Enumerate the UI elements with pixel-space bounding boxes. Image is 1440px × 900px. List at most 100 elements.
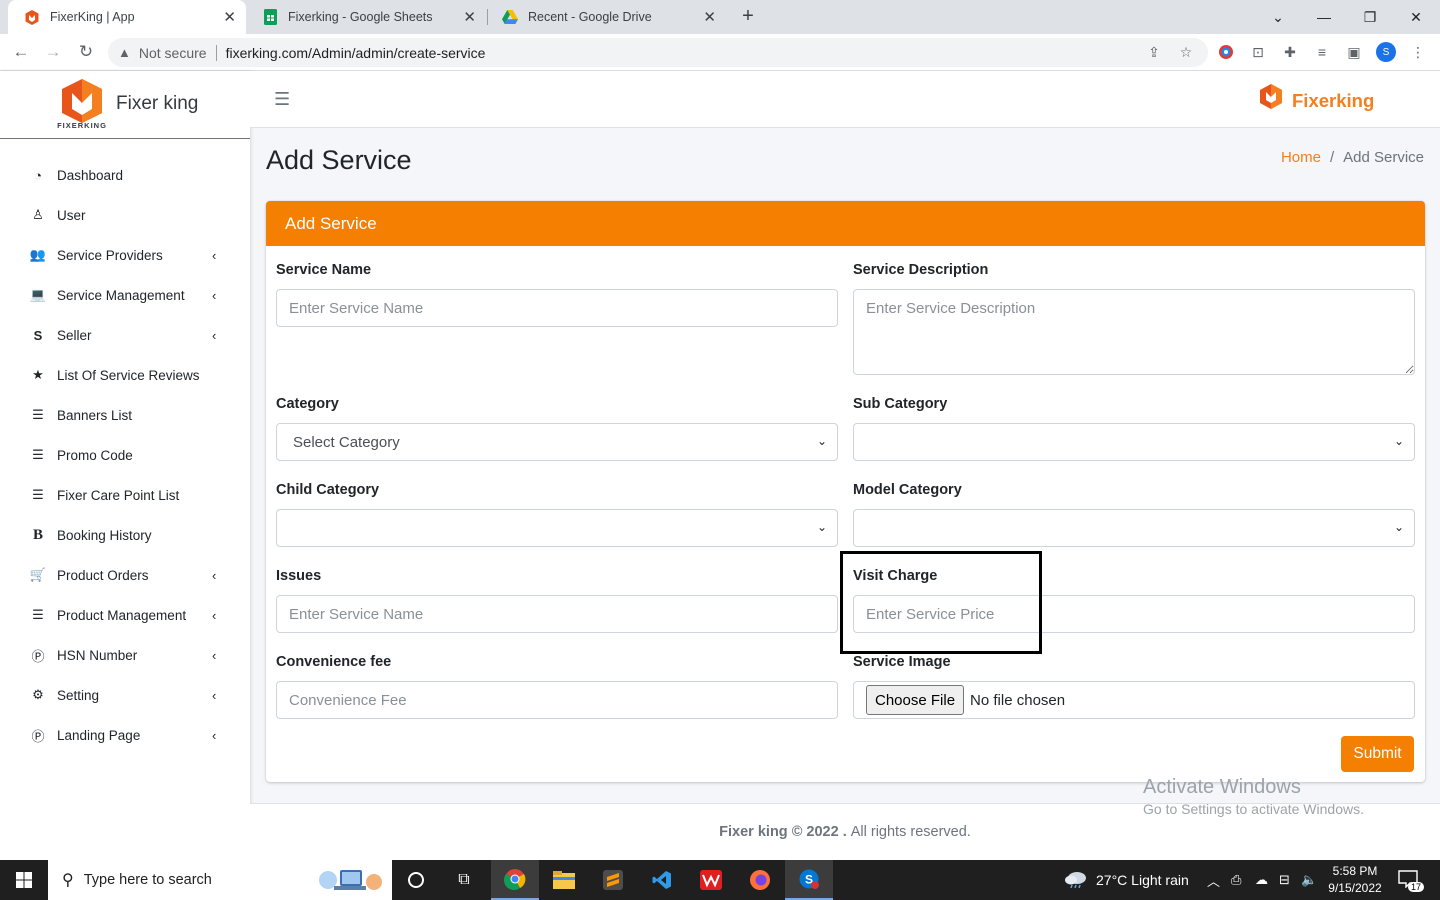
color-picker-extension-icon[interactable] (1216, 42, 1236, 62)
media-queue-icon[interactable]: ≡ (1312, 42, 1332, 62)
extensions-puzzle-icon[interactable]: ✚ (1280, 42, 1300, 62)
child-category-select[interactable]: ⌄ (276, 509, 838, 547)
skype-icon[interactable]: S (785, 860, 833, 900)
taskbar-search-box[interactable]: ⚲ Type here to search (48, 860, 392, 900)
convenience-fee-input[interactable] (276, 681, 838, 719)
restore-window-icon[interactable]: ❐ (1347, 0, 1393, 34)
weather-widget[interactable]: 27°C Light rain (1064, 860, 1189, 900)
sidebar-item-service-management[interactable]: 💻 Service Management ‹ (0, 275, 250, 315)
service-image-file-input[interactable]: Choose File No file chosen (853, 681, 1415, 719)
sidebar-item-setting[interactable]: ⚙ Setting ‹ (0, 675, 250, 715)
submit-button[interactable]: Submit (1341, 736, 1414, 772)
profile-avatar[interactable]: S (1376, 42, 1396, 62)
user-icon: ♙ (32, 207, 44, 222)
browser-tab-google-drive[interactable]: Recent - Google Drive ✕ (486, 0, 726, 34)
bookmark-star-icon[interactable]: ☆ (1176, 42, 1196, 62)
sub-category-select[interactable]: ⌄ (853, 423, 1415, 461)
search-highlight-illustration-icon (314, 864, 386, 900)
omnibox-separator (215, 44, 217, 61)
share-icon[interactable]: ⇪ (1144, 42, 1164, 62)
sidebar-item-banners-list[interactable]: ☰ Banners List (0, 395, 250, 435)
kebab-menu-icon[interactable]: ⋮ (1408, 42, 1428, 62)
chevron-down-icon: ⌄ (1393, 520, 1404, 534)
sidebar-item-user[interactable]: ♙ User (0, 195, 250, 235)
close-window-icon[interactable]: ✕ (1393, 0, 1439, 34)
task-view-icon[interactable]: ⧉ (440, 860, 488, 900)
model-category-select[interactable]: ⌄ (853, 509, 1415, 547)
sidebar-item-hsn-number[interactable]: Ⓟ HSN Number ‹ (0, 635, 250, 675)
fixerking-favicon-icon (24, 9, 40, 25)
notification-center-icon[interactable]: 17 (1398, 860, 1424, 900)
omnibox[interactable]: ▲ Not secure fixerking.com/Admin/admin/c… (108, 38, 1208, 67)
fixerking-logo-icon (1258, 83, 1284, 118)
sidebar-item-label: Dashboard (57, 167, 124, 183)
sub-category-label: Sub Category (853, 396, 948, 412)
url-text[interactable]: fixerking.com/Admin/admin/create-service (226, 45, 486, 61)
vscode-icon[interactable] (638, 860, 686, 900)
activate-windows-watermark: Activate Windows Go to Settings to activ… (1143, 776, 1364, 817)
back-arrow-icon[interactable]: ← (9, 40, 33, 64)
sidebar-item-product-orders[interactable]: 🛒 Product Orders ‹ (0, 555, 250, 595)
breadcrumb-separator: / (1329, 149, 1335, 166)
chrome-taskbar-icon[interactable] (491, 860, 539, 900)
firefox-icon[interactable] (736, 860, 784, 900)
volume-icon[interactable]: 🔈 (1301, 860, 1317, 900)
browser-tab-bar: FixerKing | App ✕ Fixerking - Google She… (0, 0, 1440, 34)
sidebar-item-fixer-care-point-list[interactable]: ☰ Fixer Care Point List (0, 475, 250, 515)
top-navbar: ☰ Fixerking (250, 71, 1440, 128)
sidebar-item-dashboard[interactable]: ◔ Dashboard (0, 155, 250, 195)
category-select[interactable]: Select Category ⌄ (276, 423, 838, 461)
top-brand-text: Fixerking (1292, 89, 1375, 111)
tray-overflow-chevron-icon[interactable]: ︿ (1207, 860, 1220, 900)
sidebar-item-landing-page[interactable]: Ⓟ Landing Page ‹ (0, 715, 250, 755)
sidebar-item-label: User (57, 207, 86, 223)
sidebar-item-label: Landing Page (57, 727, 141, 743)
service-name-label: Service Name (276, 262, 372, 278)
service-description-textarea[interactable] (853, 289, 1415, 375)
security-label[interactable]: Not secure (139, 45, 207, 61)
page-title: Add Service (266, 145, 412, 175)
hamburger-menu-icon[interactable]: ☰ (274, 89, 290, 110)
browser-tab-fixerking-app[interactable]: FixerKing | App ✕ (8, 0, 246, 34)
tab-search-chevron-icon[interactable]: ⌄ (1255, 0, 1301, 34)
browser-tab-google-sheets[interactable]: Fixerking - Google Sheets ✕ (246, 0, 486, 34)
taskbar-clock[interactable]: 5:58 PM 9/15/2022 (1322, 863, 1388, 897)
close-tab-icon[interactable]: ✕ (463, 8, 476, 26)
screenshot-extension-icon[interactable]: ⊡ (1248, 42, 1268, 62)
model-category-label: Model Category (853, 482, 962, 498)
sidebar-item-promo-code[interactable]: ☰ Promo Code (0, 435, 250, 475)
windows-start-icon[interactable] (0, 860, 48, 900)
close-tab-icon[interactable]: ✕ (223, 8, 236, 26)
file-explorer-icon[interactable] (540, 860, 588, 900)
close-tab-icon[interactable]: ✕ (703, 8, 716, 26)
reload-icon[interactable]: ↻ (74, 40, 98, 64)
sidebar-brand[interactable]: FIXERKING Fixer king (0, 71, 250, 139)
top-brand[interactable]: Fixerking (1258, 83, 1374, 118)
onedrive-icon[interactable]: ☁ (1255, 860, 1268, 900)
meet-now-icon[interactable]: ⎙ (1231, 860, 1241, 900)
category-label: Category (276, 396, 339, 412)
minimize-window-icon[interactable]: — (1301, 0, 1347, 34)
wps-office-icon[interactable] (687, 860, 735, 900)
choose-file-button[interactable]: Choose File (866, 685, 965, 715)
side-panel-icon[interactable]: ▣ (1344, 42, 1364, 62)
sidebar-item-seller[interactable]: S Seller ‹ (0, 315, 250, 355)
profile-initial: S (1376, 42, 1396, 62)
sidebar-item-booking-history[interactable]: B Booking History (0, 515, 250, 555)
sidebar-item-service-providers[interactable]: 👥 Service Providers ‹ (0, 235, 250, 275)
service-name-input[interactable] (276, 289, 838, 327)
new-tab-button[interactable]: + (737, 5, 759, 27)
sublime-text-icon[interactable] (589, 860, 637, 900)
sidebar-item-service-reviews[interactable]: ★ List Of Service Reviews (0, 355, 250, 395)
issues-input[interactable] (276, 595, 838, 633)
chevron-left-icon: ‹ (212, 327, 217, 343)
cortana-circle-icon[interactable] (392, 860, 440, 900)
forward-arrow-icon[interactable]: → (41, 40, 65, 64)
warning-triangle-icon[interactable]: ▲ (118, 45, 131, 60)
chevron-down-icon: ⌄ (1393, 434, 1404, 448)
footer-rights: All rights reserved. (850, 824, 971, 840)
network-icon[interactable]: ⊟ (1279, 860, 1290, 900)
sidebar-item-product-management[interactable]: ☰ Product Management ‹ (0, 595, 250, 635)
breadcrumb-home-link[interactable]: Home (1281, 149, 1321, 166)
tab-title: Recent - Google Drive (528, 10, 652, 24)
